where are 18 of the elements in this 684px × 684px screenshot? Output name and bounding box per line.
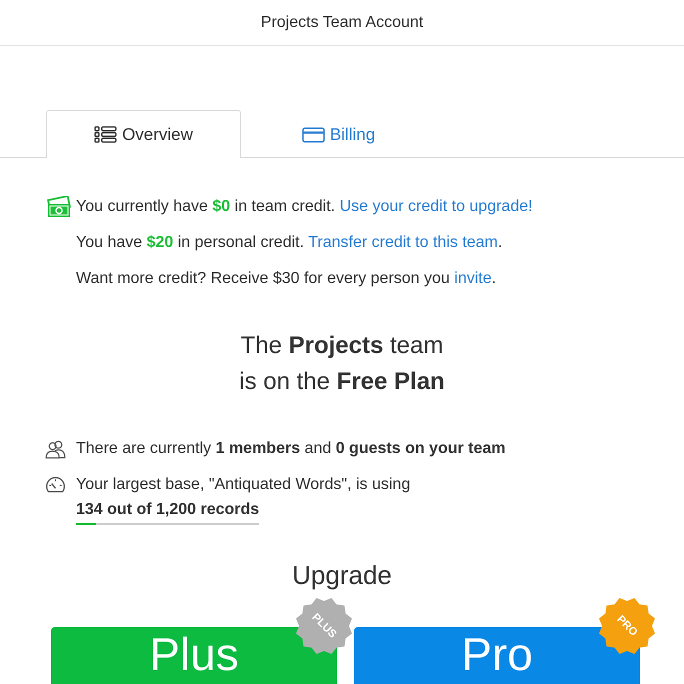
credit-text: You currently have $0 in team credit. Use your credit to upgrade!	[76, 198, 533, 216]
members-text: There are currently 1 members and 0 guests on your team	[76, 439, 506, 459]
credit-text: You have $20 in personal credit. Transfer credit to this team.	[76, 234, 502, 252]
records-count: 134 out of 1,200 records	[76, 500, 260, 520]
credit-link[interactable]: Transfer credit to this team	[308, 234, 498, 251]
plan-heading: The Projects team is on the Free Plan	[239, 331, 445, 397]
credit-card-icon	[302, 126, 325, 142]
credit-link[interactable]: invite	[454, 270, 492, 287]
credit-text: Want more credit? Receive $30 for every person you invite.	[76, 270, 496, 288]
gauge-icon	[45, 475, 66, 494]
page-title: Projects Team Account	[260, 14, 424, 32]
people-icon	[45, 440, 66, 458]
base-usage-text: Your largest base, "Antiquated Words", is using	[76, 475, 410, 495]
money-icon	[46, 196, 72, 218]
tab[interactable]: Overview	[46, 110, 241, 158]
tab[interactable]: Billing	[241, 110, 436, 158]
credit-link[interactable]: Use your credit to upgrade!	[340, 198, 533, 215]
list-icon	[94, 126, 118, 143]
